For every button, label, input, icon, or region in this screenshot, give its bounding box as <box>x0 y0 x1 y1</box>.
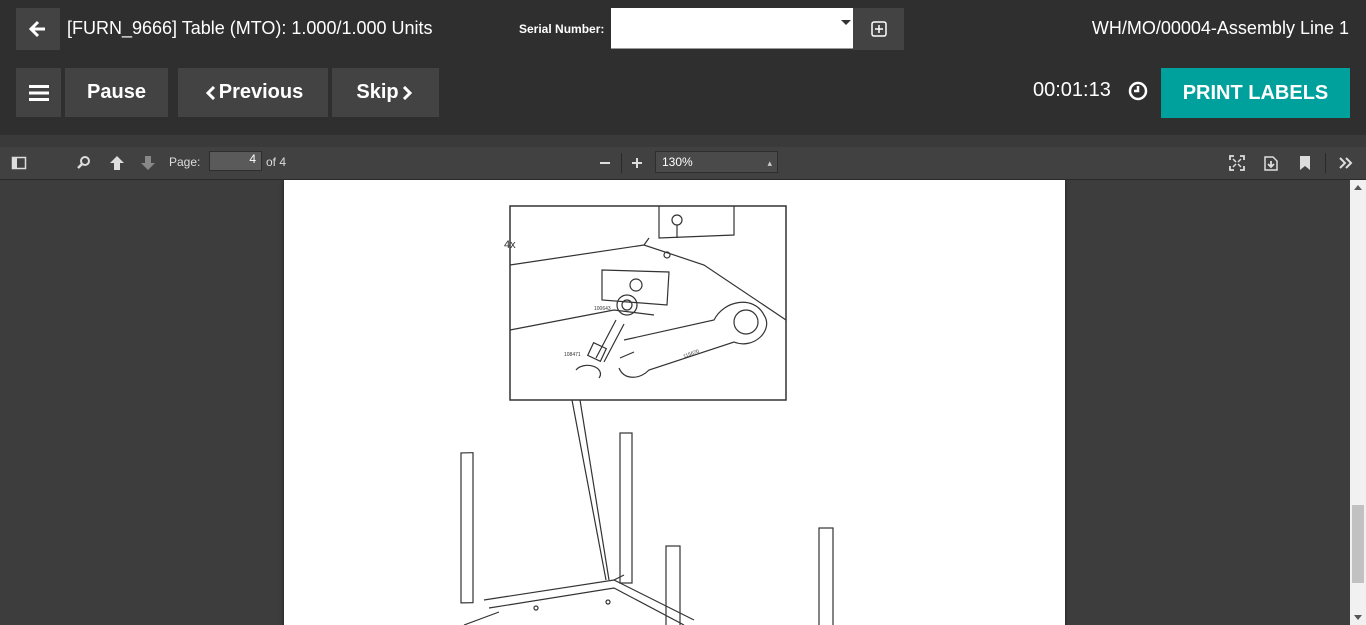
arrow-left-icon <box>29 20 45 38</box>
topbar: [FURN_9666] Table (MTO): 1.000/1.000 Uni… <box>0 0 1366 135</box>
part-label-b: 108471 <box>564 352 581 358</box>
serial-number-select[interactable] <box>611 8 853 49</box>
chevron-left-icon <box>205 85 215 100</box>
bookmark-icon[interactable] <box>1297 155 1313 171</box>
fullscreen-icon[interactable] <box>1229 155 1245 171</box>
scroll-up-arrow-icon[interactable] <box>1354 185 1362 190</box>
zoom-out-icon[interactable] <box>597 155 613 171</box>
pause-label: Pause <box>87 81 146 103</box>
double-chevron-right-icon[interactable] <box>1338 155 1354 171</box>
previous-button[interactable]: Previous <box>178 68 328 117</box>
skip-label: Skip <box>356 81 399 103</box>
scroll-thumb[interactable] <box>1352 505 1364 583</box>
plus-square-icon <box>870 21 887 37</box>
print-labels-button[interactable]: PRINT LABELS <box>1161 68 1350 118</box>
scroll-down-arrow-icon[interactable] <box>1354 615 1362 620</box>
serial-number-label: Serial Number: <box>519 22 605 36</box>
print-labels-label: PRINT LABELS <box>1182 81 1329 104</box>
previous-label: Previous <box>218 81 304 103</box>
caret-down-icon <box>841 20 851 25</box>
timer: 00:01:13 <box>1033 79 1111 101</box>
toolbar-divider <box>1325 153 1326 173</box>
pause-button[interactable]: Pause <box>65 68 168 117</box>
sidebar-toggle-icon[interactable] <box>11 155 27 171</box>
part-label-a: 100643 <box>594 306 611 312</box>
clock-icon <box>1128 81 1148 101</box>
zoom-select[interactable]: 130% ▴▾ <box>655 151 778 188</box>
arrow-down-icon[interactable] <box>140 155 156 171</box>
menu-button[interactable] <box>16 68 61 117</box>
page-label: Page: <box>169 155 201 169</box>
count-label: 4x <box>504 239 516 251</box>
hamburger-icon <box>28 84 49 101</box>
vertical-scrollbar[interactable] <box>1350 180 1366 625</box>
chevron-right-icon <box>402 85 412 100</box>
pdf-toolbar: Page: 4 of 4 130% ▴▾ <box>0 147 1366 188</box>
zoom-value: 130% <box>662 155 693 169</box>
pdf-viewer[interactable]: 4x 100643 108471 115670 <box>0 180 1350 625</box>
product-title: [FURN_9666] Table (MTO): 1.000/1.000 Uni… <box>67 18 433 38</box>
add-serial-button[interactable] <box>853 8 904 50</box>
workorder-name: WH/MO/00004-Assembly Line 1 <box>1091 18 1349 38</box>
part-label-c: 115670 <box>683 349 701 360</box>
search-icon[interactable] <box>76 155 92 171</box>
back-button[interactable] <box>16 8 60 50</box>
download-icon[interactable] <box>1263 155 1279 171</box>
toolbar-divider <box>621 153 622 173</box>
skip-button[interactable]: Skip <box>332 68 439 117</box>
arrow-up-icon[interactable] <box>109 155 125 171</box>
zoom-in-icon[interactable] <box>629 155 645 171</box>
pdf-page: 4x 100643 108471 115670 <box>284 180 1065 625</box>
page-number-input[interactable]: 4 <box>209 151 262 171</box>
page-total: of 4 <box>266 155 287 169</box>
assembly-drawing: 4x 100643 108471 115670 <box>460 205 834 625</box>
